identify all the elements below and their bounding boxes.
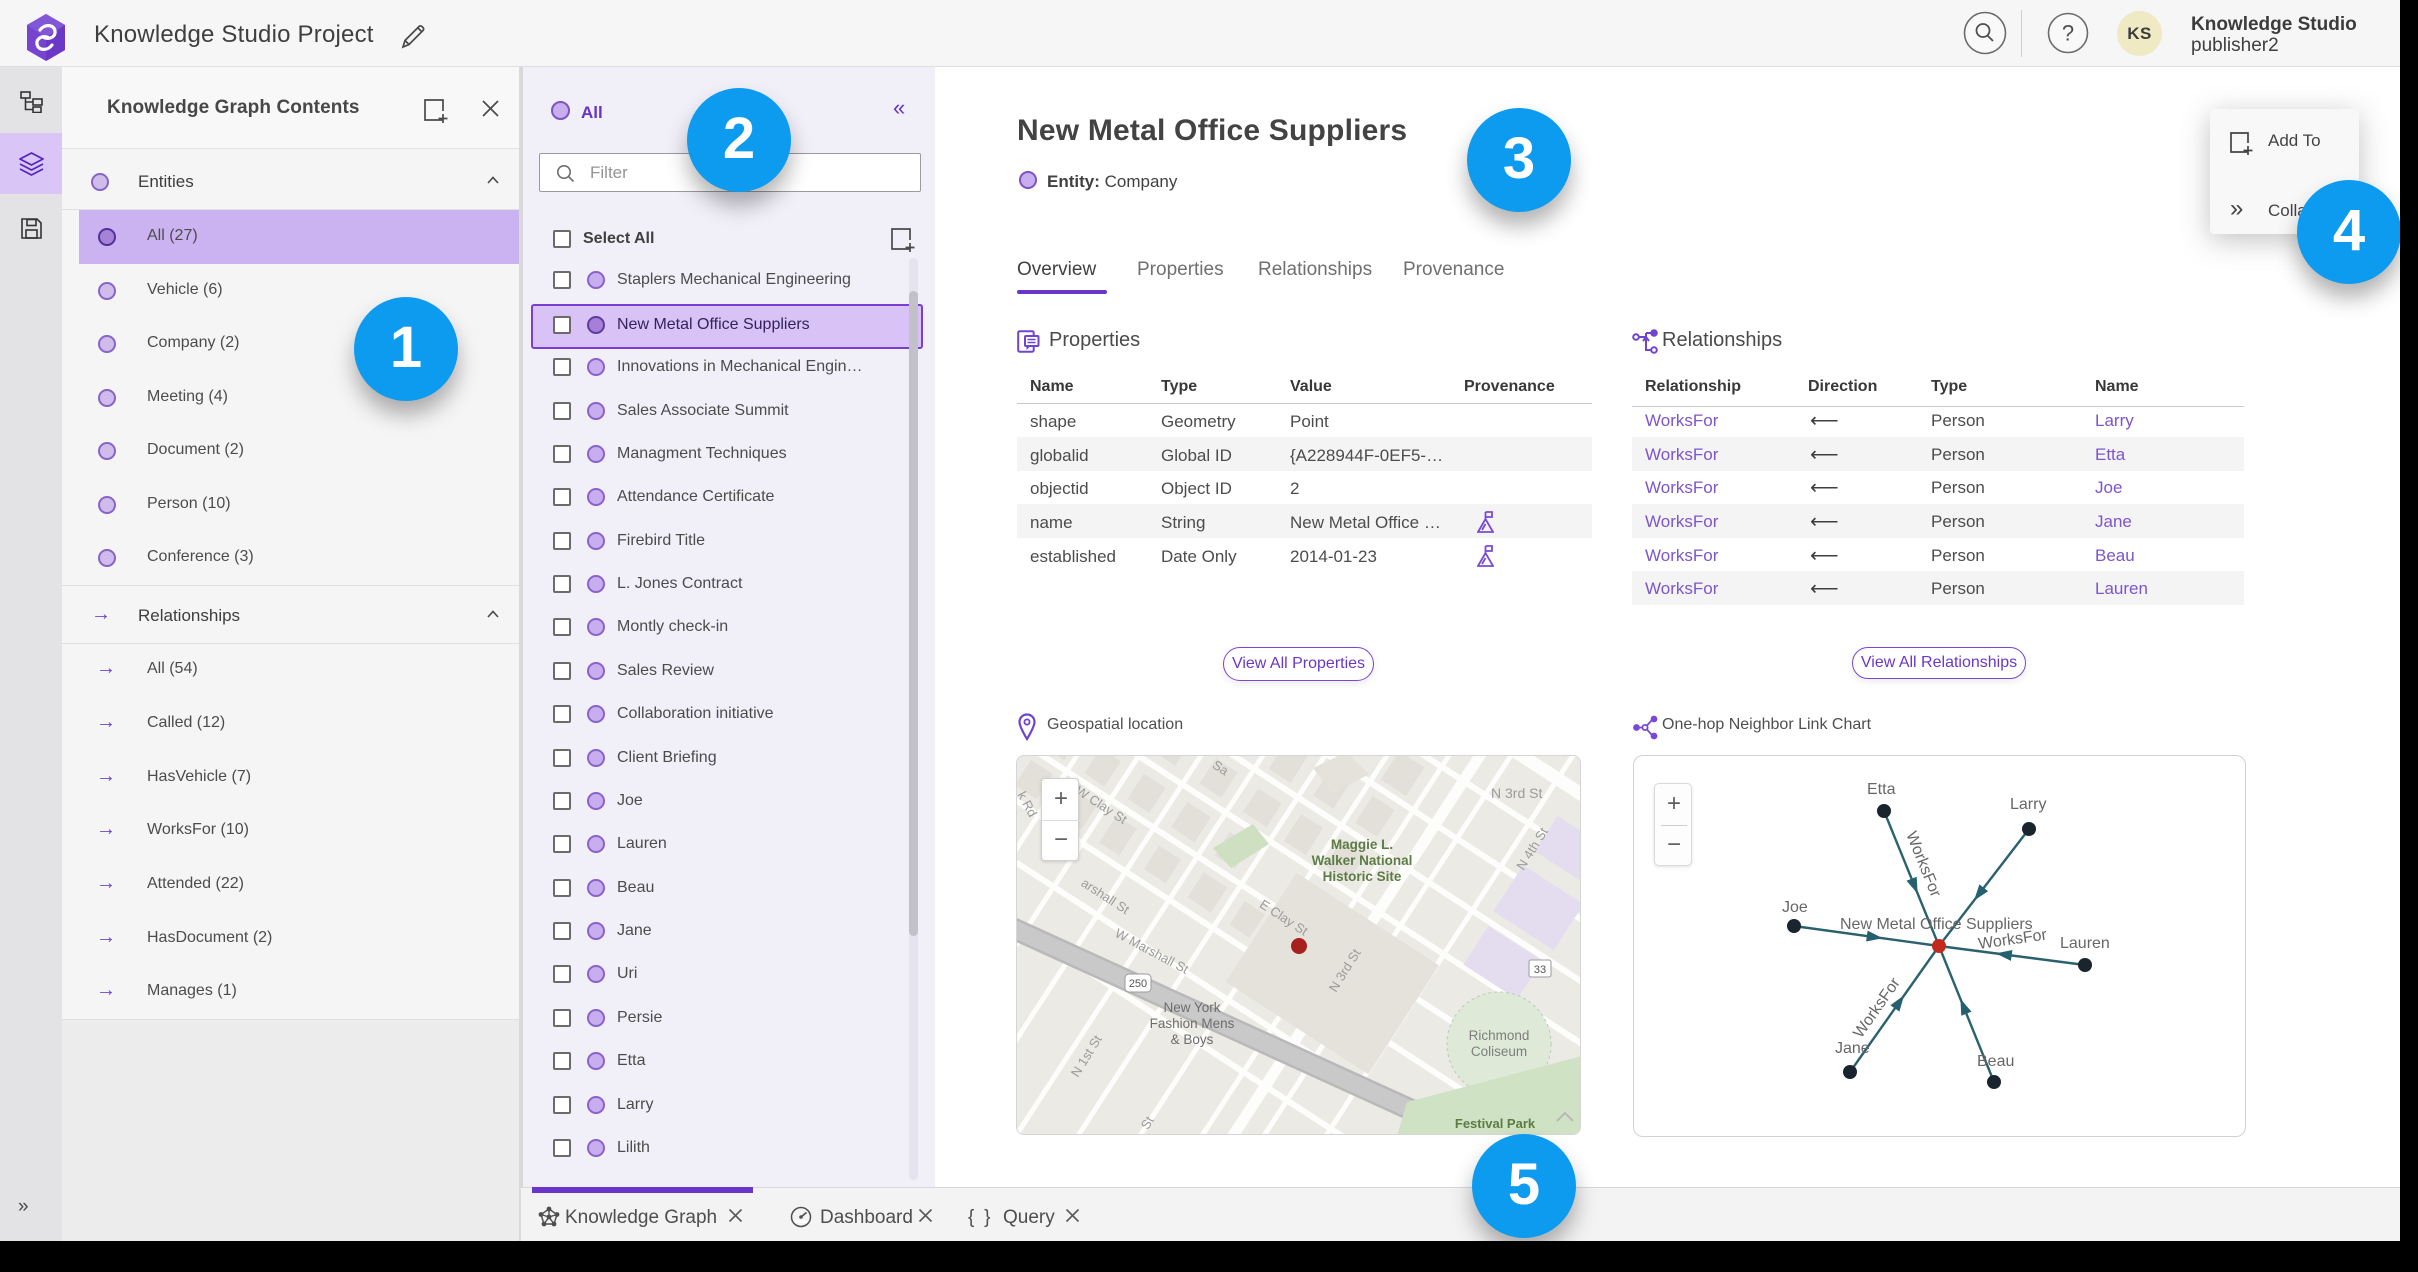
svg-text:& Boys: & Boys bbox=[1171, 1032, 1214, 1047]
svg-text:Historic Site: Historic Site bbox=[1323, 869, 1402, 884]
svg-text:250: 250 bbox=[1129, 978, 1147, 990]
svg-text:Maggie L.: Maggie L. bbox=[1331, 837, 1393, 852]
svg-text:Joe: Joe bbox=[1782, 899, 1808, 916]
svg-text:?: ? bbox=[2062, 21, 2074, 46]
svg-text:Jane: Jane bbox=[1835, 1040, 1870, 1057]
svg-text:Larry: Larry bbox=[2010, 796, 2046, 813]
svg-text:Fashion Mens: Fashion Mens bbox=[1150, 1016, 1235, 1031]
svg-text:Beau: Beau bbox=[1977, 1053, 2014, 1070]
svg-text:New Metal Office Suppliers: New Metal Office Suppliers bbox=[1840, 916, 2033, 933]
svg-text:Richmond: Richmond bbox=[1469, 1028, 1530, 1043]
svg-text:33: 33 bbox=[1534, 964, 1546, 976]
svg-text:Coliseum: Coliseum bbox=[1471, 1044, 1527, 1059]
svg-text:New York: New York bbox=[1163, 1000, 1220, 1015]
svg-text:Festival Park: Festival Park bbox=[1455, 1116, 1536, 1131]
svg-text:Walker National: Walker National bbox=[1312, 853, 1413, 868]
svg-text:Etta: Etta bbox=[1867, 781, 1896, 798]
svg-text:N 3rd St: N 3rd St bbox=[1491, 785, 1542, 801]
svg-text:Lauren: Lauren bbox=[2060, 935, 2110, 952]
svg-text:WorksFor: WorksFor bbox=[1902, 829, 1944, 900]
